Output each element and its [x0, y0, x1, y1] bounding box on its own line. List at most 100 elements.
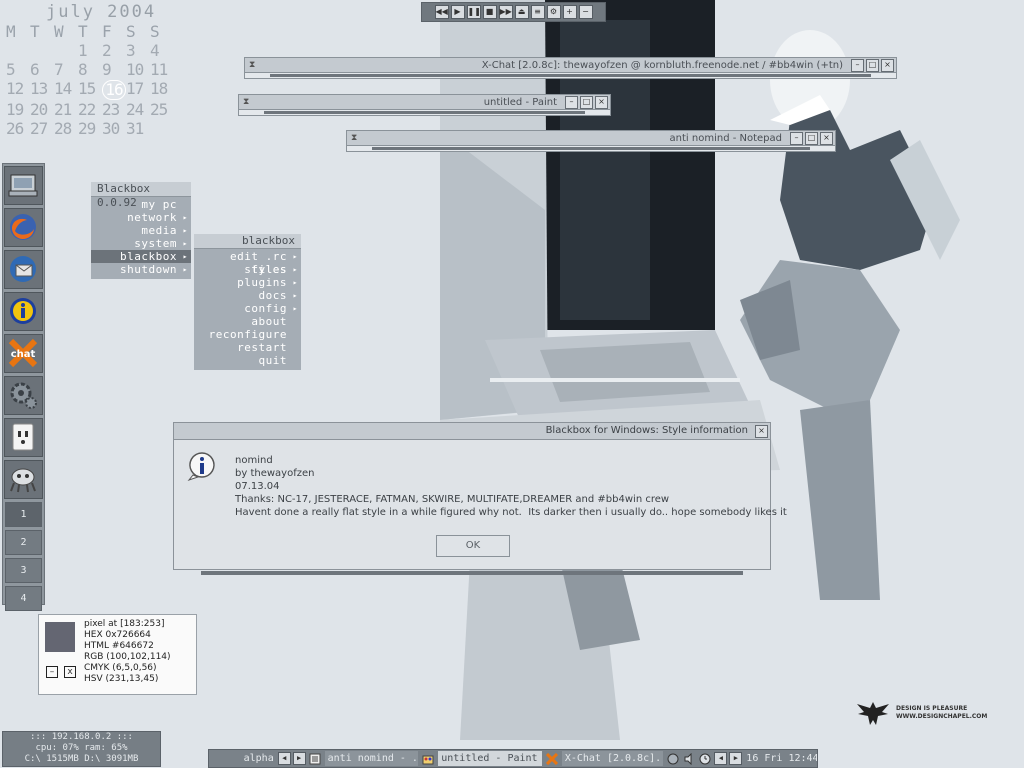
xchat-titlebar[interactable]: ⧗ X-Chat [2.0.8c]: thewayofzen @ kornblu…: [244, 57, 897, 73]
menu-item[interactable]: restart: [194, 341, 301, 354]
calendar-day: 11: [150, 60, 168, 79]
menu-item-label: system: [134, 237, 177, 250]
close-button[interactable]: ×: [820, 131, 833, 145]
network-tray-icon[interactable]: [667, 753, 679, 765]
menu-item[interactable]: blackbox ▸: [91, 250, 191, 263]
previous-workspace-button[interactable]: ◀: [277, 752, 291, 765]
pause-icon[interactable]: ❚❚: [466, 5, 481, 19]
minimize-button[interactable]: –: [565, 95, 578, 109]
color-swatch: [45, 622, 75, 652]
info-line: Thanks: NC-17, JESTERACE, FATMAN, SKWIRE…: [235, 494, 670, 505]
menu-item[interactable]: styles ▸: [194, 263, 301, 276]
task-xchat[interactable]: X-Chat [2.0.8c]...: [561, 751, 664, 766]
paint-title: untitled - Paint: [483, 96, 557, 108]
stop-icon[interactable]: ■: [482, 5, 497, 19]
blackbox-main-menu: Blackbox 0.0.92 my pc network ▸ media ▸ syste…: [91, 182, 191, 279]
workspace-button-4[interactable]: 4: [5, 586, 42, 611]
ok-button[interactable]: OK: [436, 535, 510, 557]
menu-item-label: restart: [237, 341, 287, 354]
maximize-button[interactable]: □: [866, 58, 879, 72]
color-value-line: HSV (231,13,45): [84, 674, 159, 684]
menu-item[interactable]: plugins ▸: [194, 276, 301, 289]
calendar-weekday: S: [150, 22, 160, 41]
menu-item[interactable]: docs ▸: [194, 289, 301, 302]
menu-item[interactable]: system ▸: [91, 237, 191, 250]
menu-item[interactable]: edit .rc files ▸: [194, 250, 301, 276]
menu-item-label: my pc: [141, 198, 177, 211]
calendar-day: 16: [102, 80, 126, 100]
app-dock: chat 1 2 3 4: [2, 163, 45, 611]
settings-icon[interactable]: ⚙: [546, 5, 561, 19]
workspace-button-2[interactable]: 2: [5, 530, 42, 555]
clock-tray-icon[interactable]: [699, 753, 711, 765]
submenu-arrow-icon: ▸: [292, 278, 298, 287]
style-information-text: nomind by thewayofzen 07.13.04 Thanks: NC-1…: [235, 454, 787, 519]
chat-icon[interactable]: chat: [4, 334, 43, 373]
calendar-widget: july 2004 M T W T F S S 1 2 3 4 5 6 7 8 9 10 11 12 13 14 15 16…: [6, 2, 174, 138]
notepad-titlebar[interactable]: ⧗ anti nomind - Notepad – □ ×: [346, 130, 836, 146]
next-task-button[interactable]: ▶: [729, 752, 743, 765]
clock: 16 Fri 12:44: [746, 753, 817, 764]
task-paint[interactable]: untitled - Paint: [438, 751, 542, 766]
power-outlet-icon[interactable]: [4, 418, 43, 457]
calendar-weekday: T: [78, 22, 88, 41]
calendar-day: 9: [102, 60, 112, 79]
calendar-day: 15: [78, 79, 96, 98]
submenu-title: blackbox: [194, 234, 301, 249]
menu-item[interactable]: shutdown ▸: [91, 263, 191, 276]
menu-item[interactable]: media ▸: [91, 224, 191, 237]
next-workspace-button[interactable]: ▶: [292, 752, 306, 765]
eject-icon[interactable]: ⏏: [514, 5, 529, 19]
minimize-button[interactable]: –: [46, 666, 58, 678]
task-notepad[interactable]: anti nomind - ...: [324, 751, 419, 766]
thunderbird-icon[interactable]: [4, 250, 43, 289]
volume-up-icon[interactable]: +: [562, 5, 577, 19]
menu-item[interactable]: quit: [194, 354, 301, 367]
play-icon[interactable]: ▶: [450, 5, 465, 19]
menu-item-label: quit: [258, 354, 287, 367]
xchat-window[interactable]: ⧗ X-Chat [2.0.8c]: thewayofzen @ kornblu…: [244, 57, 897, 79]
calendar-day: 12: [6, 79, 24, 98]
close-button[interactable]: ×: [595, 95, 608, 109]
info-line: by thewayofzen: [235, 468, 315, 479]
submenu-arrow-icon: ▸: [292, 252, 298, 261]
firefox-icon[interactable]: [4, 208, 43, 247]
robot-icon[interactable]: [4, 460, 43, 499]
volume-tray-icon[interactable]: [683, 752, 695, 765]
paint-window[interactable]: ⧗ untitled - Paint – □ ×: [238, 94, 611, 116]
color-value-line: pixel at [183:253]: [84, 619, 165, 629]
maximize-button[interactable]: □: [805, 131, 818, 145]
minimize-button[interactable]: –: [790, 131, 803, 145]
volume-down-icon[interactable]: −: [578, 5, 593, 19]
calendar-day: 6: [30, 60, 40, 79]
notepad-window[interactable]: ⧗ anti nomind - Notepad – □ ×: [346, 130, 836, 152]
info-icon[interactable]: [4, 292, 43, 331]
rewind-icon[interactable]: ◀◀: [434, 5, 449, 19]
paint-titlebar[interactable]: ⧗ untitled - Paint – □ ×: [238, 94, 611, 110]
menu-item[interactable]: about: [194, 315, 301, 328]
workspace-name: alpha: [243, 753, 274, 764]
calendar-day: 23: [102, 100, 120, 119]
menu-item[interactable]: reconfigure: [194, 328, 301, 341]
workspace-button-1[interactable]: 1: [5, 502, 42, 527]
playlist-icon[interactable]: ≡: [530, 5, 545, 19]
dialog-close-button[interactable]: ×: [755, 425, 768, 438]
minimize-button[interactable]: –: [851, 58, 864, 72]
close-button[interactable]: ×: [881, 58, 894, 72]
menu-item[interactable]: my pc: [91, 198, 191, 211]
color-values: pixel at [183:253] HEX 0x726664 HTML #6466…: [84, 619, 171, 685]
submenu-arrow-icon: ▸: [292, 265, 298, 274]
media-player-bar: ◀◀ ▶ ❚❚ ■ ▶▶ ⏏ ≡ ⚙ + −: [421, 2, 606, 22]
workspace-button-3[interactable]: 3: [5, 558, 42, 583]
settings-gear-icon[interactable]: [4, 376, 43, 415]
close-button[interactable]: x: [64, 666, 76, 678]
info-line: Havent done a really flat style in a whi…: [235, 507, 787, 518]
previous-task-button[interactable]: ◀: [714, 752, 728, 765]
calendar-day: 14: [54, 79, 72, 98]
menu-item[interactable]: network ▸: [91, 211, 191, 224]
my-computer-icon[interactable]: [4, 166, 43, 205]
menu-item[interactable]: config ▸: [194, 302, 301, 315]
fast-forward-icon[interactable]: ▶▶: [498, 5, 513, 19]
maximize-button[interactable]: □: [580, 95, 593, 109]
calendar-day: 19: [6, 100, 24, 119]
